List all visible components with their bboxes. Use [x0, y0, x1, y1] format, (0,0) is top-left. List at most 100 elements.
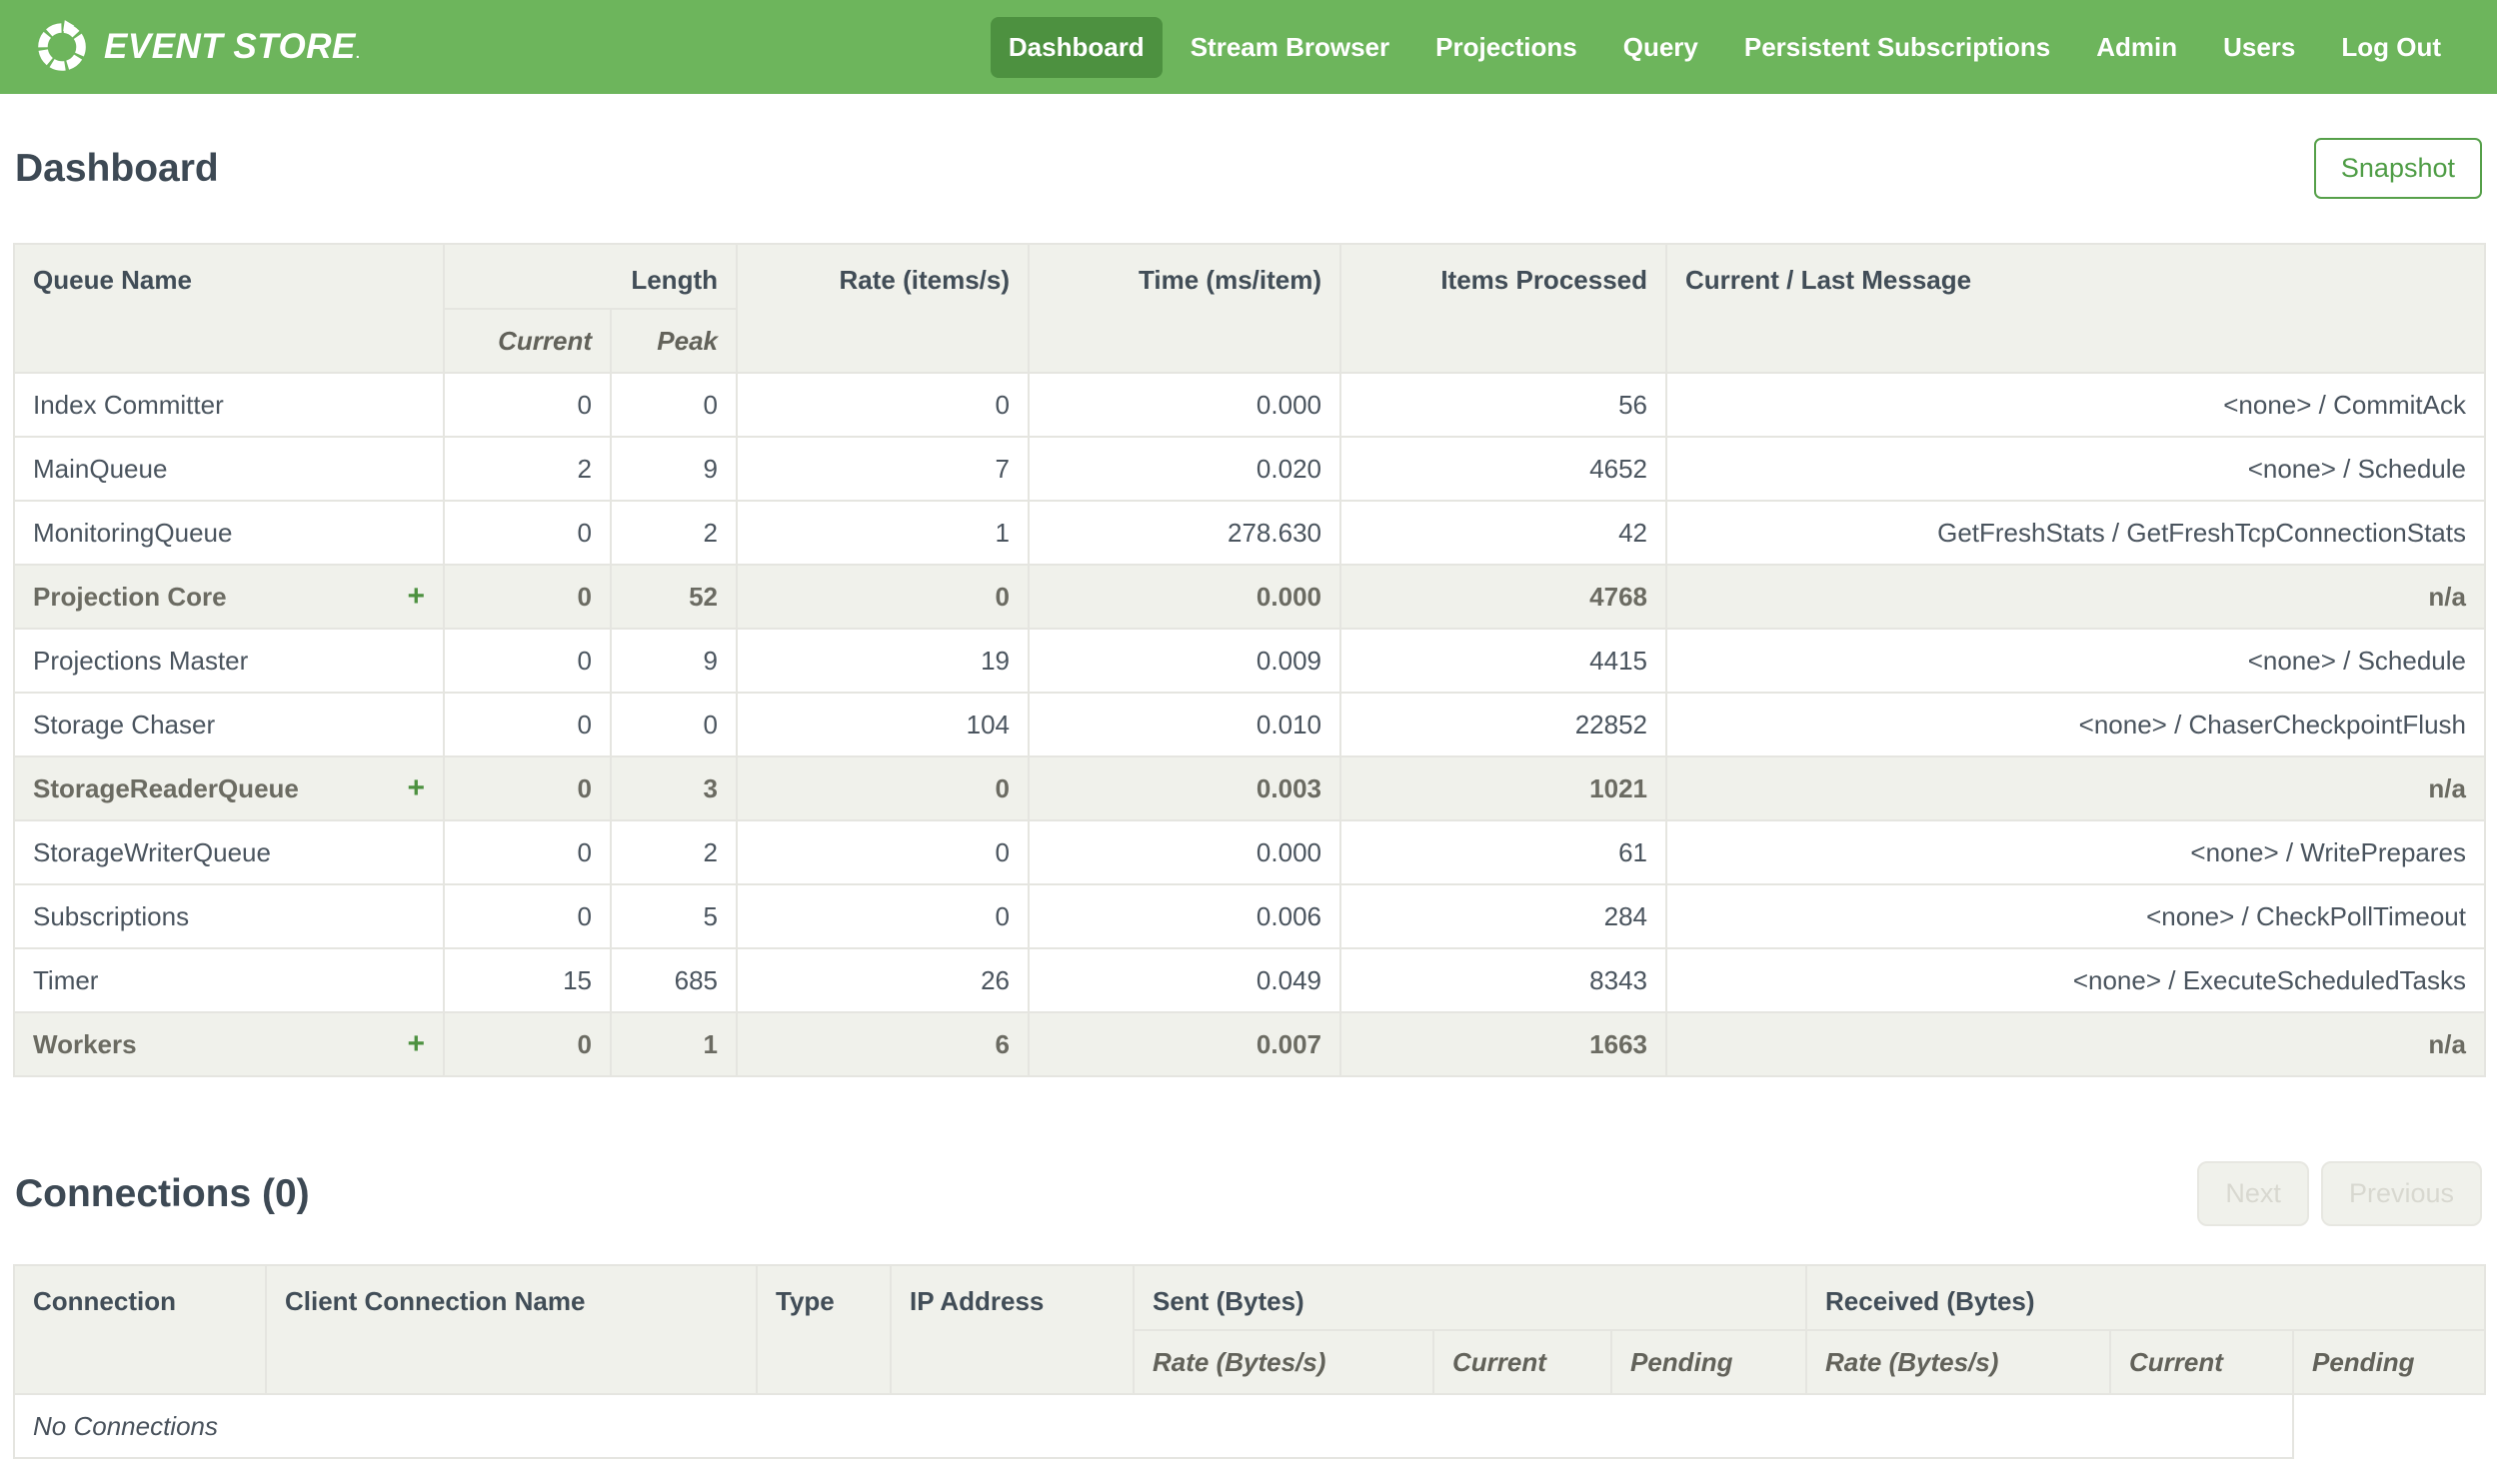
col-items-processed: Items Processed — [1339, 243, 1667, 374]
connections-table: Connection Client Connection Name Type I… — [13, 1264, 2486, 1459]
next-button[interactable]: Next — [2197, 1161, 2309, 1226]
queue-name: StorageWriterQueue — [33, 836, 271, 867]
queue-row: StorageReaderQueue +0 3 0 0.003 1021 n/a — [13, 755, 2486, 821]
queue-row: Projections Master 0 9 19 0.009 4415 <none> / … — [13, 628, 2486, 694]
nav-item-stream-browser[interactable]: Stream Browser — [1173, 17, 1407, 78]
col-rate: Rate (items/s) — [736, 243, 1030, 374]
expand-plus-icon[interactable]: + — [407, 582, 425, 612]
nav-item-projections[interactable]: Projections — [1417, 17, 1595, 78]
message-cell: <none> / CommitAck — [1665, 372, 2486, 438]
connections-title: Connections (0) — [15, 1171, 310, 1215]
nav-menu: Dashboard Stream Browser Projections Query P… — [990, 16, 2459, 78]
rate-cell: 19 — [736, 628, 1030, 694]
no-connections-message: No Connections — [13, 1393, 2294, 1459]
queue-name: StorageReaderQueue — [33, 772, 299, 803]
snapshot-button[interactable]: Snapshot — [2313, 138, 2482, 199]
col-message: Current / Last Message — [1665, 243, 2486, 374]
peak-cell: 9 — [610, 436, 738, 502]
queue-row: MainQueue 2 9 7 0.020 4652 <none> / Schedule — [13, 436, 2486, 502]
brand-mark: . — [355, 45, 361, 61]
items-cell: 1021 — [1339, 755, 1667, 821]
page-header: Dashboard Snapshot — [13, 138, 2484, 199]
items-cell: 56 — [1339, 372, 1667, 438]
current-cell: 0 — [443, 819, 612, 885]
brand: EVENT STORE. — [34, 19, 360, 75]
current-cell: 2 — [443, 436, 612, 502]
queue-name: MonitoringQueue — [33, 517, 233, 548]
col-received-current: Current — [2109, 1329, 2294, 1395]
nav-item-log-out[interactable]: Log Out — [2323, 17, 2459, 78]
col-sent-current: Current — [1432, 1329, 1612, 1395]
current-cell: 0 — [443, 755, 612, 821]
message-cell: GetFreshStats / GetFreshTcpConnectionSta… — [1665, 500, 2486, 566]
time-cell: 0.000 — [1028, 372, 1341, 438]
col-queue-name: Queue Name — [13, 243, 445, 374]
time-cell: 0.007 — [1028, 1011, 1341, 1077]
queue-name: Subscriptions — [33, 900, 190, 931]
rate-cell: 0 — [736, 819, 1030, 885]
items-cell: 1663 — [1339, 1011, 1667, 1077]
rate-cell: 6 — [736, 1011, 1030, 1077]
rate-cell: 0 — [736, 564, 1030, 630]
time-cell: 0.049 — [1028, 947, 1341, 1013]
time-cell: 0.006 — [1028, 883, 1341, 949]
connections-table-header: Connection Client Connection Name Type I… — [13, 1264, 2486, 1395]
items-cell: 22852 — [1339, 692, 1667, 757]
queues-table-header: Queue Name Length Rate (items/s) Time (m… — [13, 243, 2486, 374]
expand-plus-icon[interactable]: + — [407, 773, 425, 803]
queues-table: Queue Name Length Rate (items/s) Time (m… — [13, 243, 2486, 1077]
rate-cell: 0 — [736, 883, 1030, 949]
rate-cell: 104 — [736, 692, 1030, 757]
peak-cell: 52 — [610, 564, 738, 630]
brand-text: EVENT STORE. — [104, 27, 361, 66]
queue-name: Projection Core — [33, 581, 227, 612]
message-cell: <none> / ChaserCheckpointFlush — [1665, 692, 2486, 757]
peak-cell: 0 — [610, 692, 738, 757]
col-time: Time (ms/item) — [1028, 243, 1341, 374]
page-title: Dashboard — [15, 146, 219, 190]
nav-item-users[interactable]: Users — [2205, 17, 2313, 78]
current-cell: 0 — [443, 564, 612, 630]
previous-button[interactable]: Previous — [2320, 1161, 2482, 1226]
message-cell: <none> / Schedule — [1665, 436, 2486, 502]
queue-name: Projections Master — [33, 645, 249, 676]
nav-item-dashboard[interactable]: Dashboard — [990, 16, 1163, 78]
col-ip-address: IP Address — [890, 1264, 1135, 1395]
message-cell: <none> / ExecuteScheduledTasks — [1665, 947, 2486, 1013]
pager: Next Previous — [2197, 1161, 2482, 1226]
col-received-rate: Rate (Bytes/s) — [1805, 1329, 2111, 1395]
col-length: Length — [443, 243, 738, 310]
peak-cell: 3 — [610, 755, 738, 821]
peak-cell: 1 — [610, 1011, 738, 1077]
nav-item-persistent-subscriptions[interactable]: Persistent Subscriptions — [1726, 17, 2068, 78]
message-cell: <none> / CheckPollTimeout — [1665, 883, 2486, 949]
col-length-peak: Peak — [610, 308, 738, 374]
items-cell: 8343 — [1339, 947, 1667, 1013]
peak-cell: 685 — [610, 947, 738, 1013]
peak-cell: 5 — [610, 883, 738, 949]
col-sent-pending: Pending — [1610, 1329, 1807, 1395]
top-navigation-bar: EVENT STORE. Dashboard Stream Browser Proj… — [0, 0, 2497, 94]
queue-row: Storage Chaser 0 0 104 0.010 22852 <none> / Ch… — [13, 692, 2486, 757]
peak-cell: 2 — [610, 500, 738, 566]
items-cell: 4768 — [1339, 564, 1667, 630]
items-cell: 42 — [1339, 500, 1667, 566]
nav-item-query[interactable]: Query — [1605, 17, 1716, 78]
col-sent-bytes: Sent (Bytes) — [1133, 1264, 1807, 1331]
col-client-connection-name: Client Connection Name — [265, 1264, 758, 1395]
col-sent-rate: Rate (Bytes/s) — [1133, 1329, 1434, 1395]
peak-cell: 0 — [610, 372, 738, 438]
expand-plus-icon[interactable]: + — [407, 1029, 425, 1059]
items-cell: 4652 — [1339, 436, 1667, 502]
time-cell: 0.003 — [1028, 755, 1341, 821]
current-cell: 0 — [443, 692, 612, 757]
col-length-current: Current — [443, 308, 612, 374]
connections-table-body: No Connections — [13, 1393, 2485, 1459]
rate-cell: 26 — [736, 947, 1030, 1013]
message-cell: n/a — [1665, 755, 2486, 821]
message-cell: n/a — [1665, 564, 2486, 630]
time-cell: 0.010 — [1028, 692, 1341, 757]
message-cell: <none> / Schedule — [1665, 628, 2486, 694]
queue-table-body: Index Committer 0 0 0 0.000 56 <none> / Commit… — [13, 372, 2486, 1077]
nav-item-admin[interactable]: Admin — [2078, 17, 2195, 78]
